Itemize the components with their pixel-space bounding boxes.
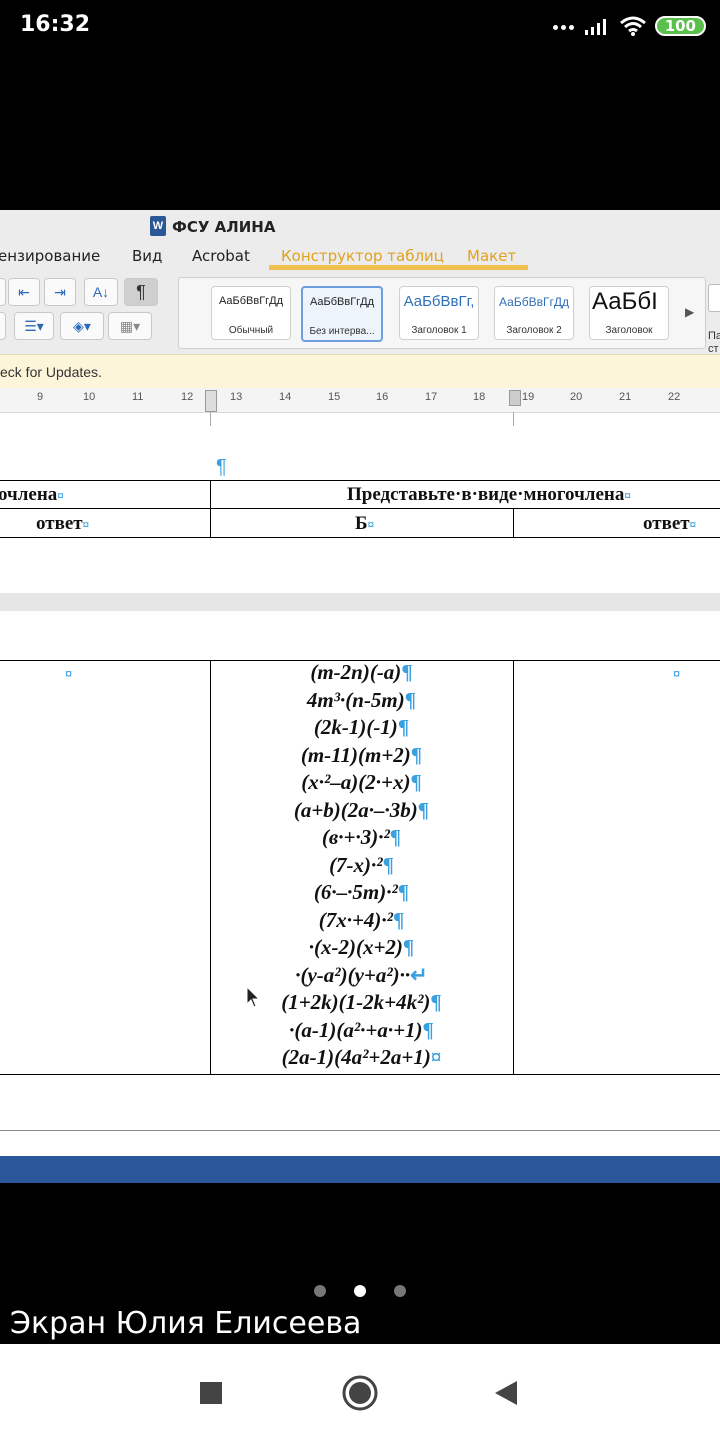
table-border: [0, 537, 720, 538]
ruler-number: 21: [619, 391, 632, 403]
column-marker-icon[interactable]: [509, 390, 521, 406]
ruler-number: 13: [230, 391, 243, 403]
styles-pane-button[interactable]: [708, 284, 720, 312]
increase-indent-icon[interactable]: ⇥: [44, 278, 76, 306]
expression-line[interactable]: (m-11)(m+2)¶: [210, 743, 513, 771]
cell-end-mark: ¤: [65, 666, 73, 681]
android-nav-bar: [0, 1344, 720, 1440]
more-dots-icon: [552, 17, 577, 35]
style-title[interactable]: АаБбІ Заголовок: [589, 286, 669, 340]
update-notification-bar: eck for Updates.: [0, 354, 720, 390]
expression-line[interactable]: (2a-1)(4a²+2a+1)¤: [210, 1045, 513, 1073]
expression-line[interactable]: (7x·+4)·²¶: [210, 908, 513, 936]
ruler-number: 9: [37, 391, 44, 403]
word-app-icon: W: [150, 216, 166, 236]
ruler-number: 11: [132, 391, 144, 403]
cell-end-mark: ¤: [673, 666, 681, 681]
style-no-spacing[interactable]: АаБбВвГгДд Без интерва...: [301, 286, 383, 342]
word-window: W ФСУ АЛИНА ензирование Вид Acrobat Конс…: [0, 210, 720, 1183]
table-border: [0, 1130, 720, 1131]
expression-line[interactable]: (x·²–a)(2·+x)¶: [210, 770, 513, 798]
battery-indicator: 100: [654, 16, 706, 36]
style-normal[interactable]: АаБбВвГгДд Обычный: [211, 286, 291, 340]
table-border: [0, 508, 720, 509]
expression-line[interactable]: 4m³·(n-5m)¶: [210, 688, 513, 716]
wifi-icon: [619, 16, 646, 36]
ribbon-edge-button[interactable]: [0, 312, 6, 340]
expression-line[interactable]: (7-x)·²¶: [210, 853, 513, 881]
title-bar: W ФСУ АЛИНА: [0, 210, 720, 244]
expression-line[interactable]: (m-2n)(-a)¶: [210, 660, 513, 688]
table-border: [0, 1074, 720, 1075]
ribbon-toolbar: ⇤ ⇥ A↓ ¶ ☰▾ ◈▾ ▦▾ АаБбВвГгДд Обычный АаБ…: [0, 272, 720, 355]
table-border: [513, 660, 514, 1074]
ruler-number: 16: [376, 391, 389, 403]
style-heading-2[interactable]: АаБбВвГгДд Заголовок 2: [494, 286, 574, 340]
status-time: 16:32: [20, 12, 91, 37]
answer-header-left: ответ¤: [36, 513, 90, 534]
ruler-number: 12: [181, 391, 194, 403]
table-border: [513, 508, 514, 537]
page-indicator: [0, 1285, 720, 1303]
screen-share-label: Экран Юлия Елисеева: [10, 1306, 362, 1341]
ruler-number: 22: [668, 391, 681, 403]
page-break-gap: [0, 593, 720, 611]
expression-line[interactable]: (2k-1)(-1)¶: [210, 715, 513, 743]
sort-icon[interactable]: A↓: [84, 278, 118, 306]
ribbon-cut-button[interactable]: [0, 278, 6, 306]
expression-line[interactable]: ·(a-1)(a²·+a·+1)¶: [210, 1018, 513, 1046]
recents-button-icon[interactable]: [199, 1381, 223, 1405]
decrease-indent-icon[interactable]: ⇤: [8, 278, 40, 306]
shading-icon[interactable]: ◈▾: [60, 312, 104, 340]
ruler[interactable]: 9 10 11 12 13 14 15 16 17 18 19 20 21 22: [0, 388, 720, 413]
page-dot-active[interactable]: [354, 1285, 366, 1297]
mouse-cursor-icon: [246, 986, 261, 1008]
ribbon-tabs: ензирование Вид Acrobat Конструктор табл…: [0, 244, 720, 272]
line-spacing-icon[interactable]: ☰▾: [14, 312, 54, 340]
borders-icon[interactable]: ▦▾: [108, 312, 152, 340]
table-guide: [210, 412, 211, 426]
expression-line[interactable]: (в·+·3)·²¶: [210, 825, 513, 853]
gallery-next-arrow-icon[interactable]: ▶: [685, 305, 694, 319]
expression-line[interactable]: (6·–·5m)·²¶: [210, 880, 513, 908]
ruler-number: 10: [83, 391, 96, 403]
ruler-number: 15: [328, 391, 341, 403]
expression-line[interactable]: ·(x-2)(x+2)¶: [210, 935, 513, 963]
page-dot[interactable]: [394, 1285, 406, 1297]
styles-gallery: АаБбВвГгДд Обычный АаБбВвГгДд Без интерв…: [178, 277, 706, 349]
update-text[interactable]: eck for Updates.: [0, 364, 102, 380]
ruler-number: 19: [522, 391, 535, 403]
ruler-number: 20: [570, 391, 583, 403]
paragraph-mark: ¶: [216, 456, 227, 478]
ruler-number: 14: [279, 391, 292, 403]
ruler-number: 18: [473, 391, 486, 403]
tab-acrobat[interactable]: Acrobat: [192, 247, 250, 265]
status-icons: 100: [552, 12, 706, 40]
table-border: [210, 480, 211, 537]
table-border: [0, 480, 720, 481]
tab-table-design[interactable]: Конструктор таблиц: [269, 247, 457, 270]
tab-table-layout[interactable]: Макет: [455, 247, 529, 270]
document-title: ФСУ АЛИНА: [172, 218, 276, 236]
style-heading-1[interactable]: АаБбВвГг, Заголовок 1: [399, 286, 479, 340]
back-button-icon[interactable]: [493, 1379, 519, 1407]
table-header-left: очлена¤: [0, 484, 64, 505]
signal-icon: [584, 19, 606, 35]
tab-view[interactable]: Вид: [132, 247, 162, 265]
tab-review[interactable]: ензирование: [0, 247, 100, 265]
show-formatting-button[interactable]: ¶: [124, 278, 158, 306]
ruler-number: 17: [425, 391, 438, 403]
expression-line[interactable]: (a+b)(2a·–·3b)¶: [210, 798, 513, 826]
expression-list: (m-2n)(-a)¶ 4m³·(n-5m)¶ (2k-1)(-1)¶ (m-1…: [210, 660, 513, 1073]
table-guide: [513, 412, 514, 426]
word-status-bar: [0, 1156, 720, 1183]
table-header-right: Представьте·в·виде·многочлена¤: [347, 484, 631, 505]
column-b-header: Б¤: [355, 513, 375, 534]
home-button-icon[interactable]: [341, 1374, 379, 1412]
column-marker-icon[interactable]: [205, 390, 217, 412]
answer-header-right: ответ¤: [643, 513, 697, 534]
page-dot[interactable]: [314, 1285, 326, 1297]
